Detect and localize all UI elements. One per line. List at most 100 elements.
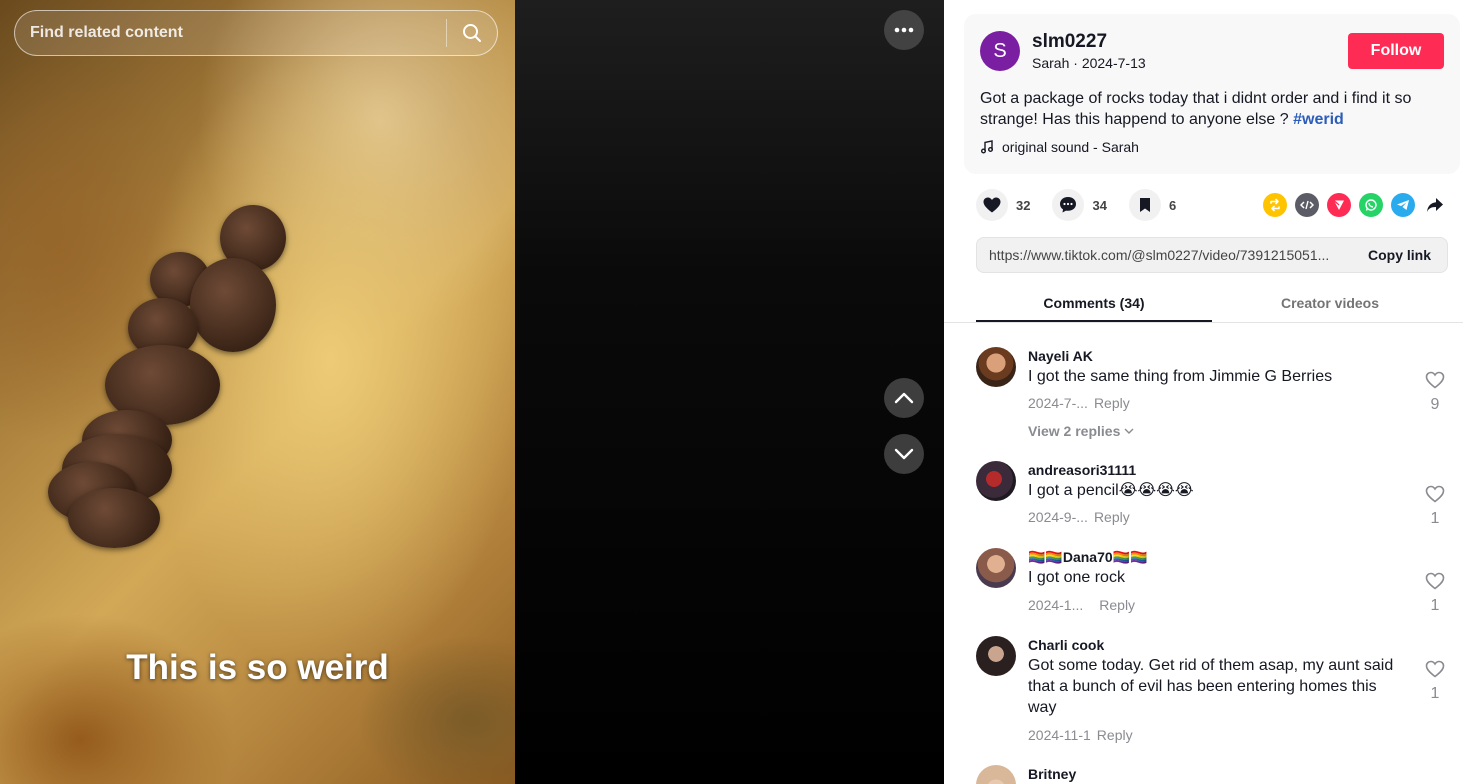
heart-outline-icon (1425, 660, 1445, 678)
telegram-icon[interactable] (1391, 193, 1415, 217)
hashtag-link[interactable]: #werid (1293, 111, 1344, 128)
reply-button[interactable]: Reply (1094, 509, 1130, 525)
post-description: Got a package of rocks today that i didn… (980, 88, 1446, 130)
comment-date: 2024-1... (1028, 597, 1084, 613)
view-replies-button[interactable]: View 2 replies (1028, 423, 1134, 439)
comment-username[interactable]: 🏳️‍🌈🏳️‍🌈Dana70🏳️‍🌈🏳️‍🌈 (1028, 549, 1148, 566)
search-bar[interactable] (14, 10, 498, 56)
video-player-area[interactable]: This is so weird (0, 0, 944, 784)
post-info-card: S slm0227 Sarah · 2024-7-13 Follow Got a… (964, 14, 1460, 174)
bookmark-icon (1128, 189, 1161, 221)
embed-icon[interactable] (1295, 193, 1319, 217)
side-panel: S slm0227 Sarah · 2024-7-13 Follow Got a… (944, 0, 1463, 784)
video-link-url[interactable]: https://www.tiktok.com/@slm0227/video/73… (977, 247, 1356, 263)
avatar[interactable] (976, 461, 1016, 501)
tab-creator-videos[interactable]: Creator videos (1212, 283, 1448, 322)
comment-button[interactable]: 34 (1052, 189, 1107, 221)
panel-tabs: Comments (34) Creator videos (976, 283, 1448, 322)
search-input[interactable] (15, 24, 446, 42)
send-icon[interactable] (1327, 193, 1351, 217)
chevron-up-icon (894, 392, 914, 404)
comment-item: Nayeli AK I got the same thing from Jimm… (976, 347, 1446, 447)
comment-like-button[interactable]: 1 (1424, 572, 1446, 615)
comment-item: Charli cook Got some today. Get rid of t… (976, 636, 1446, 748)
more-options-button[interactable] (884, 10, 924, 50)
avatar[interactable] (976, 548, 1016, 588)
author-avatar[interactable]: S (980, 31, 1020, 71)
comment-text: I got one rock (1028, 569, 1125, 586)
search-icon (463, 24, 481, 42)
comment-text: I got the same thing from Jimmie G Berri… (1028, 368, 1333, 385)
comment-like-count: 1 (1430, 597, 1440, 614)
heart-outline-icon (1425, 572, 1445, 590)
comment-like-count: 1 (1430, 685, 1440, 702)
comment-meta: 2024-9-... Reply (1028, 509, 1130, 525)
previous-video-button[interactable] (884, 378, 924, 418)
sound-link[interactable]: original sound - Sarah (980, 139, 1139, 155)
comment-date: 2024-7-... (1028, 395, 1088, 411)
comment-meta: 2024-1... Reply (1028, 597, 1135, 613)
comment-item: Britney (976, 765, 1446, 784)
video-link-box: https://www.tiktok.com/@slm0227/video/73… (976, 237, 1448, 273)
comment-username[interactable]: Britney (1028, 766, 1076, 782)
reply-button[interactable]: Reply (1099, 597, 1135, 613)
comment-username[interactable]: Nayeli AK (1028, 348, 1093, 364)
avatar[interactable] (976, 636, 1016, 676)
next-video-button[interactable] (884, 434, 924, 474)
heart-icon (976, 189, 1008, 221)
repost-icon[interactable] (1263, 193, 1287, 217)
sound-name: original sound - Sarah (1002, 139, 1139, 155)
author-username[interactable]: slm0227 (1032, 31, 1107, 53)
heart-outline-icon (1425, 371, 1445, 389)
save-button[interactable]: 6 (1128, 189, 1177, 221)
author-meta: Sarah · 2024-7-13 (1032, 55, 1146, 71)
follow-button[interactable]: Follow (1348, 33, 1444, 69)
action-bar: 32 34 6 (976, 189, 1198, 221)
tab-comments[interactable]: Comments (34) (976, 283, 1212, 322)
search-button[interactable] (447, 11, 497, 55)
reply-button[interactable]: Reply (1094, 395, 1130, 411)
share-arrow-icon[interactable] (1423, 193, 1447, 217)
comment-count: 34 (1092, 197, 1107, 213)
like-count: 32 (1016, 197, 1031, 213)
comment-item: 🏳️‍🌈🏳️‍🌈Dana70🏳️‍🌈🏳️‍🌈 I got one rock 20… (976, 548, 1446, 618)
avatar[interactable] (976, 765, 1016, 784)
comment-item: andreasori31111 I got a pencil😭😭😭😭 2024-… (976, 461, 1446, 531)
comment-meta: 2024-11-1 Reply (1028, 727, 1133, 743)
reply-button[interactable]: Reply (1097, 727, 1133, 743)
music-note-icon (981, 140, 993, 154)
comment-text: I got a pencil😭😭😭😭 (1028, 482, 1194, 499)
like-button[interactable]: 32 (976, 189, 1030, 221)
author-display-name: Sarah (1032, 55, 1070, 71)
comment-date: 2024-9-... (1028, 509, 1088, 525)
rock-image (68, 488, 160, 548)
whatsapp-icon[interactable] (1359, 193, 1383, 217)
comment-like-count: 1 (1430, 510, 1440, 527)
video-frame[interactable]: This is so weird (0, 0, 515, 784)
comment-date: 2024-11-1 (1028, 727, 1091, 743)
more-icon (894, 27, 914, 33)
save-count: 6 (1168, 197, 1177, 213)
post-date: 2024-7-13 (1081, 55, 1146, 71)
chevron-down-icon (1124, 428, 1134, 434)
comment-like-count: 9 (1430, 396, 1440, 413)
video-caption: This is so weird (126, 648, 389, 687)
description-text: Got a package of rocks today that i didn… (980, 90, 1412, 128)
comment-like-button[interactable]: 1 (1424, 660, 1446, 703)
view-replies-label: View 2 replies (1028, 423, 1121, 439)
comment-bubble-icon (1052, 189, 1085, 221)
share-options (1263, 193, 1447, 217)
meta-separator: · (1073, 55, 1078, 71)
comment-text: Got some today. Get rid of them asap, my… (1028, 657, 1394, 716)
comment-like-button[interactable]: 9 (1424, 371, 1446, 414)
rock-image (190, 258, 276, 352)
comment-username[interactable]: andreasori31111 (1028, 462, 1136, 478)
tabs-divider (944, 322, 1463, 323)
comment-like-button[interactable]: 1 (1424, 485, 1446, 528)
comment-username[interactable]: Charli cook (1028, 637, 1104, 653)
comment-meta: 2024-7-... Reply (1028, 395, 1130, 411)
copy-link-button[interactable]: Copy link (1356, 247, 1447, 263)
heart-outline-icon (1425, 485, 1445, 503)
avatar[interactable] (976, 347, 1016, 387)
chevron-down-icon (894, 448, 914, 460)
